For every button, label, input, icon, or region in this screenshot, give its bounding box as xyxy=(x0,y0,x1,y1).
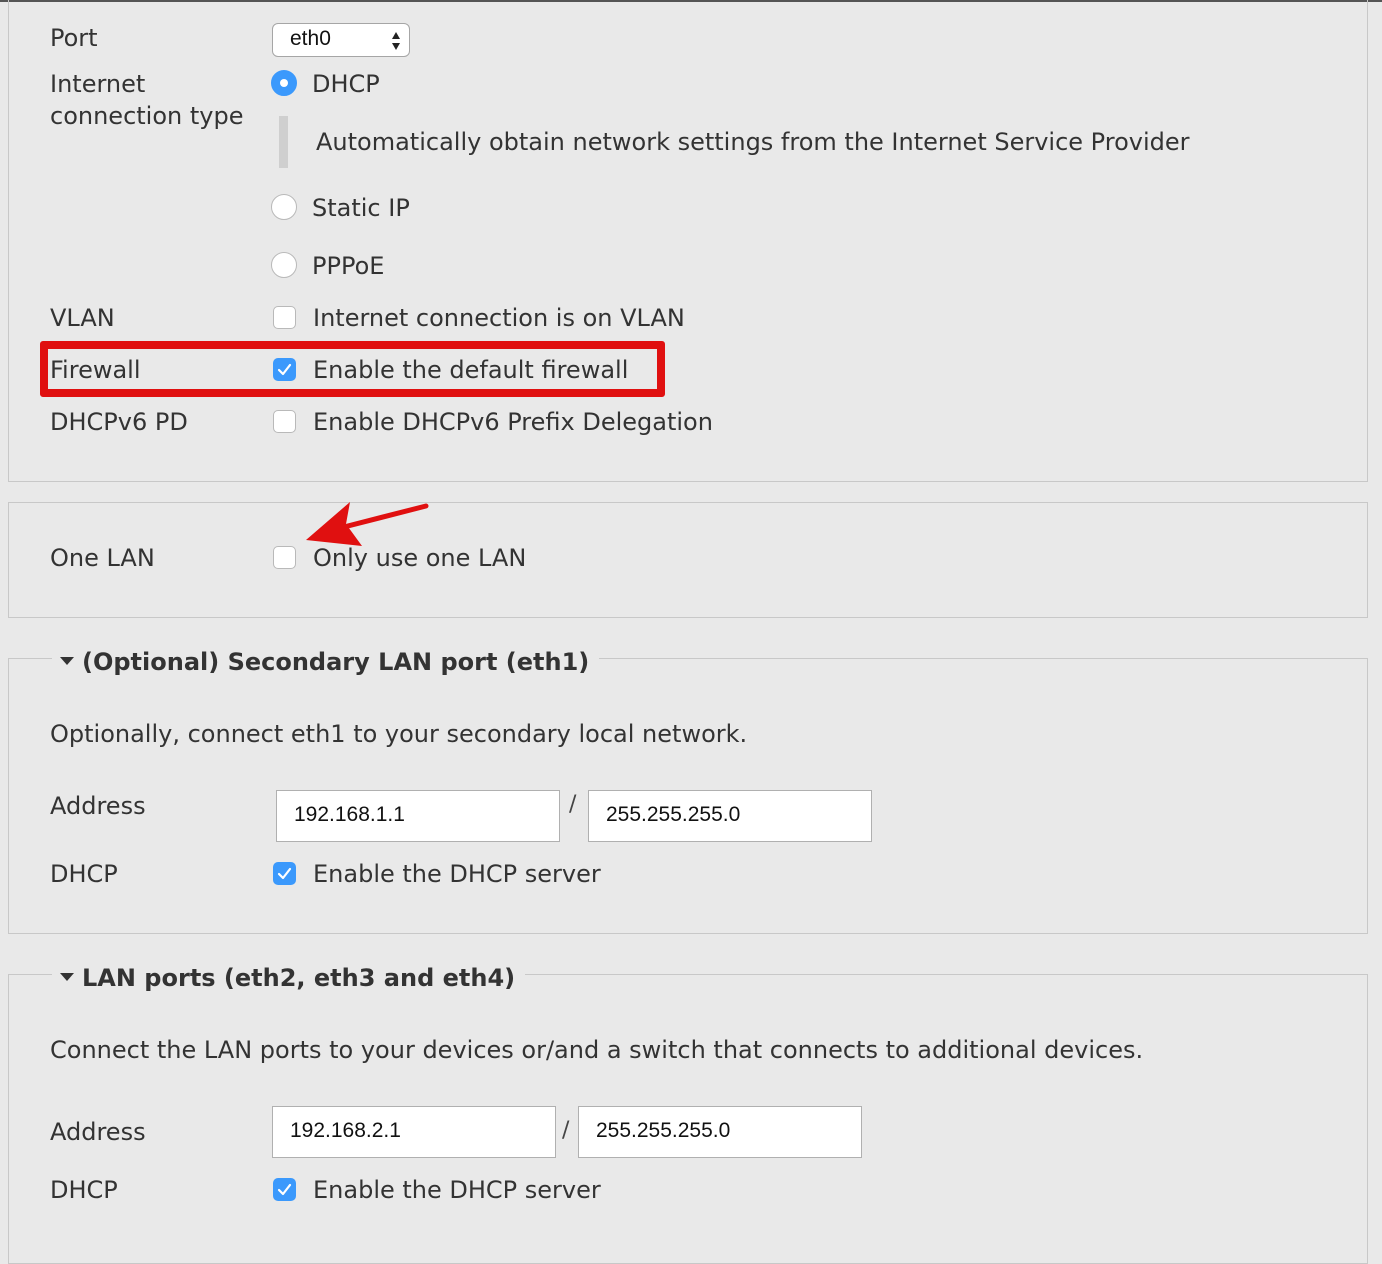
dhcpv6-label: DHCPv6 PD xyxy=(50,408,188,436)
secondary-lan-legend-text: (Optional) Secondary LAN port (eth1) xyxy=(82,648,590,676)
radio-dhcp[interactable] xyxy=(271,70,297,96)
secondary-lan-legend[interactable]: (Optional) Secondary LAN port (eth1) xyxy=(52,646,600,678)
vlan-checkbox[interactable] xyxy=(273,306,296,329)
secondary-dhcp-label: DHCP xyxy=(50,860,118,888)
lan-ports-legend[interactable]: LAN ports (eth2, eth3 and eth4) xyxy=(52,962,526,994)
red-arrow-annotation xyxy=(306,502,429,546)
secondary-dhcp-checkbox[interactable] xyxy=(273,862,296,885)
lan-address-separator: / xyxy=(562,1118,570,1143)
lan-netmask-input[interactable]: 255.255.255.0 xyxy=(578,1106,862,1158)
lan-address-input[interactable]: 192.168.2.1 xyxy=(272,1106,556,1158)
secondary-address-input[interactable]: 192.168.1.1 xyxy=(276,790,560,842)
secondary-dhcp-option-label[interactable]: Enable the DHCP server xyxy=(313,858,601,890)
vlan-label: VLAN xyxy=(50,304,115,332)
dhcpv6-checkbox[interactable] xyxy=(273,410,296,433)
lan-dhcp-option-label[interactable]: Enable the DHCP server xyxy=(313,1174,601,1206)
collapse-triangle-icon xyxy=(60,657,74,665)
vlan-option-label[interactable]: Internet connection is on VLAN xyxy=(313,302,685,334)
checkmark-icon xyxy=(277,867,292,880)
one-lan-label: One LAN xyxy=(50,544,155,572)
select-arrows-icon xyxy=(392,32,400,50)
secondary-netmask-input[interactable]: 255.255.255.0 xyxy=(588,790,872,842)
secondary-lan-description: Optionally, connect eth1 to your seconda… xyxy=(50,720,748,748)
collapse-triangle-icon xyxy=(60,973,74,981)
secondary-address-label: Address xyxy=(50,792,146,820)
lan-dhcp-label: DHCP xyxy=(50,1176,118,1204)
radio-pppoe[interactable] xyxy=(271,252,297,278)
lan-ports-description: Connect the LAN ports to your devices or… xyxy=(50,1036,1144,1064)
radio-static-ip[interactable] xyxy=(271,194,297,220)
radio-dhcp-label[interactable]: DHCP xyxy=(312,68,380,100)
connection-type-label-line1: Internet xyxy=(50,70,146,98)
one-lan-panel xyxy=(8,502,1368,618)
port-select-value: eth0 xyxy=(290,27,331,50)
lan-dhcp-checkbox[interactable] xyxy=(273,1178,296,1201)
checkmark-icon xyxy=(277,1183,292,1196)
lan-address-label: Address xyxy=(50,1118,146,1146)
port-label: Port xyxy=(50,24,98,52)
radio-pppoe-label[interactable]: PPPoE xyxy=(312,250,384,282)
firewall-highlight-box xyxy=(40,341,665,397)
description-bar xyxy=(279,116,288,168)
one-lan-checkbox[interactable] xyxy=(273,546,296,569)
port-select[interactable]: eth0 xyxy=(272,23,410,57)
secondary-address-separator: / xyxy=(569,792,577,817)
radio-static-ip-label[interactable]: Static IP xyxy=(312,192,410,224)
dhcp-description: Automatically obtain network settings fr… xyxy=(316,128,1190,156)
connection-type-label-line2: connection type xyxy=(50,102,244,130)
dhcpv6-option-label[interactable]: Enable DHCPv6 Prefix Delegation xyxy=(313,406,713,438)
lan-ports-legend-text: LAN ports (eth2, eth3 and eth4) xyxy=(82,964,516,992)
